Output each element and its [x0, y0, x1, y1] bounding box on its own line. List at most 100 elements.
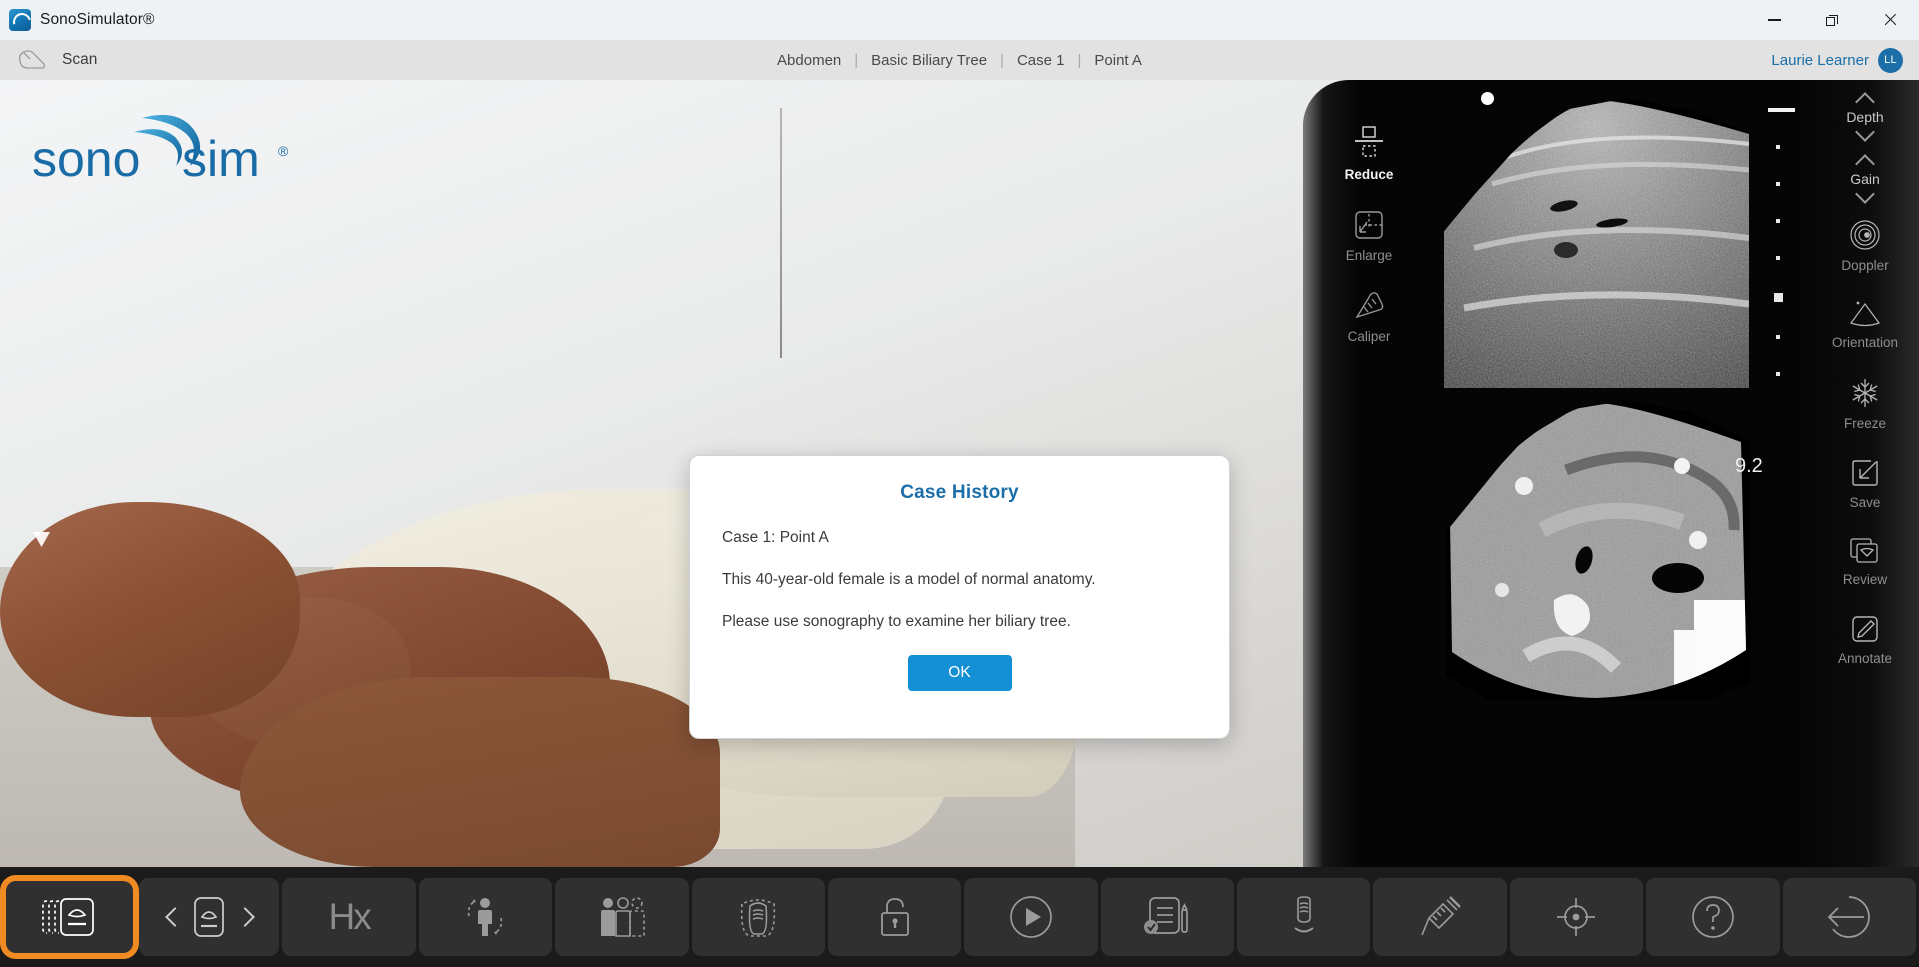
ok-button[interactable]: OK — [907, 655, 1012, 691]
dialog-actions: OK — [722, 655, 1197, 691]
probe-position-button[interactable] — [691, 878, 825, 956]
ultrasound-sector-image[interactable] — [1444, 98, 1749, 388]
scan-label: Scan — [62, 51, 98, 68]
breadcrumb-separator: | — [1000, 51, 1004, 69]
close-button[interactable] — [1861, 0, 1919, 40]
previous-scan-icon[interactable] — [166, 909, 182, 925]
doppler-button[interactable]: Doppler — [1817, 218, 1913, 273]
annotate-pencil-icon — [1852, 616, 1878, 642]
annotate-label: Annotate — [1837, 651, 1893, 666]
title-bar: SonoSimulator® — [0, 0, 1919, 40]
lock-button[interactable] — [827, 878, 962, 956]
gain-decrease-icon[interactable] — [1855, 191, 1875, 202]
depth-tick — [1776, 145, 1780, 149]
minimize-icon — [1767, 19, 1781, 21]
orientation-label: Orientation — [1831, 335, 1899, 350]
restore-icon — [1826, 14, 1838, 26]
annotate-button[interactable]: Annotate — [1817, 613, 1913, 666]
status-led — [1481, 92, 1494, 105]
crosshair-icon — [1557, 898, 1596, 936]
breadcrumb-item-point[interactable]: Point A — [1092, 52, 1144, 69]
ultrasound-machine-panel: Reduce Enlarge Caliper Depth Gain Dopple… — [1303, 80, 1919, 867]
rotate-patient-button[interactable] — [418, 878, 553, 956]
depth-tick — [1776, 372, 1780, 376]
depth-stepper: Depth — [1817, 94, 1913, 140]
needle-button[interactable] — [1373, 878, 1507, 956]
enlarge-button[interactable]: Enlarge — [1317, 208, 1421, 263]
depth-tick — [1776, 256, 1780, 260]
orientation-button[interactable]: Orientation — [1817, 299, 1913, 350]
scan-navigator-button[interactable] — [139, 878, 280, 956]
logo-registered: ® — [278, 143, 289, 159]
depth-scale-bar — [1768, 108, 1795, 112]
play-circle-icon — [1010, 896, 1052, 938]
ct-reference-image[interactable] — [1446, 400, 1751, 700]
breadcrumb-separator: | — [1077, 51, 1082, 69]
dialog-title: Case History — [900, 482, 1019, 503]
breadcrumb-item-case[interactable]: Case 1 — [1015, 52, 1067, 69]
menu-bar: Scan Abdomen | Basic Biliary Tree | Case… — [0, 40, 1919, 80]
freeze-snowflake-icon — [1852, 379, 1878, 407]
probe-footprint-icon — [741, 899, 776, 937]
transducer-upright-icon — [1294, 896, 1314, 933]
freeze-button[interactable]: Freeze — [1817, 376, 1913, 431]
dialog-line-3: Please use sonography to examine her bil… — [722, 613, 1071, 630]
freeze-label: Freeze — [1843, 416, 1887, 431]
bottom-toolbar: Hx — [0, 867, 1919, 967]
checklist-pen-icon — [1144, 897, 1189, 934]
depth-value: 9.2 — [1735, 455, 1763, 477]
hx-icon: Hx — [328, 896, 371, 937]
caliper-icon — [1355, 292, 1384, 319]
minimize-button[interactable] — [1745, 0, 1803, 40]
transducer-button[interactable] — [1237, 878, 1371, 956]
play-button[interactable] — [964, 878, 1098, 956]
patient-arm — [240, 677, 720, 867]
scan-mode-button[interactable]: Scan — [16, 49, 97, 71]
caliper-button[interactable]: Caliper — [1317, 289, 1421, 344]
save-button[interactable]: Save — [1817, 457, 1913, 510]
gain-increase-icon[interactable] — [1855, 156, 1875, 167]
help-button[interactable] — [1646, 878, 1780, 956]
depth-tick — [1776, 219, 1780, 223]
depth-scale — [1761, 108, 1795, 376]
question-circle-icon — [1692, 896, 1734, 938]
select-patient-button[interactable] — [555, 878, 689, 956]
transducer-icon — [18, 50, 46, 69]
doppler-icon — [1850, 220, 1880, 250]
user-menu[interactable]: Laurie Learner LL — [1771, 47, 1903, 73]
reduce-label: Reduce — [1344, 167, 1394, 182]
restore-button[interactable] — [1803, 0, 1861, 40]
machine-left-controls: Reduce Enlarge Caliper — [1317, 125, 1421, 370]
dialog-line-1: Case 1: Point A — [722, 529, 829, 546]
window-controls — [1745, 0, 1919, 40]
save-label: Save — [1849, 495, 1881, 510]
scan-library-button[interactable] — [0, 875, 140, 959]
save-icon — [1852, 460, 1878, 486]
breadcrumb-item-module[interactable]: Basic Biliary Tree — [869, 52, 989, 69]
depth-decrease-icon[interactable] — [1855, 129, 1875, 140]
review-button[interactable]: Review — [1817, 536, 1913, 587]
next-scan-icon[interactable] — [236, 909, 252, 925]
back-arrow-circle-icon — [1827, 896, 1871, 938]
quiz-button[interactable] — [1100, 878, 1235, 956]
gain-stepper: Gain — [1817, 156, 1913, 202]
dialog-line-2: This 40-year-old female is a model of no… — [722, 571, 1096, 588]
user-name: Laurie Learner — [1771, 51, 1869, 69]
target-button[interactable] — [1509, 878, 1644, 956]
stacked-probe-icon — [41, 898, 94, 936]
probe-icon — [194, 897, 225, 937]
history-button[interactable]: Hx — [282, 878, 416, 956]
syringe-icon — [1421, 896, 1461, 936]
reduce-icon — [1355, 126, 1383, 157]
breadcrumb-item-region[interactable]: Abdomen — [775, 52, 843, 69]
sonosimulator-window: SonoSimulator® Scan Abdomen | Basic Bili… — [0, 0, 1919, 967]
depth-increase-icon[interactable] — [1855, 94, 1875, 105]
lock-icon — [880, 898, 909, 936]
avatar: LL — [1878, 47, 1903, 73]
depth-tick — [1776, 335, 1780, 339]
caliper-label: Caliper — [1347, 329, 1391, 344]
case-history-dialog: Case History Case 1: Point A This 40-yea… — [689, 455, 1230, 739]
reduce-button[interactable]: Reduce — [1317, 125, 1421, 182]
exit-button[interactable] — [1782, 878, 1916, 956]
review-label: Review — [1842, 572, 1888, 587]
